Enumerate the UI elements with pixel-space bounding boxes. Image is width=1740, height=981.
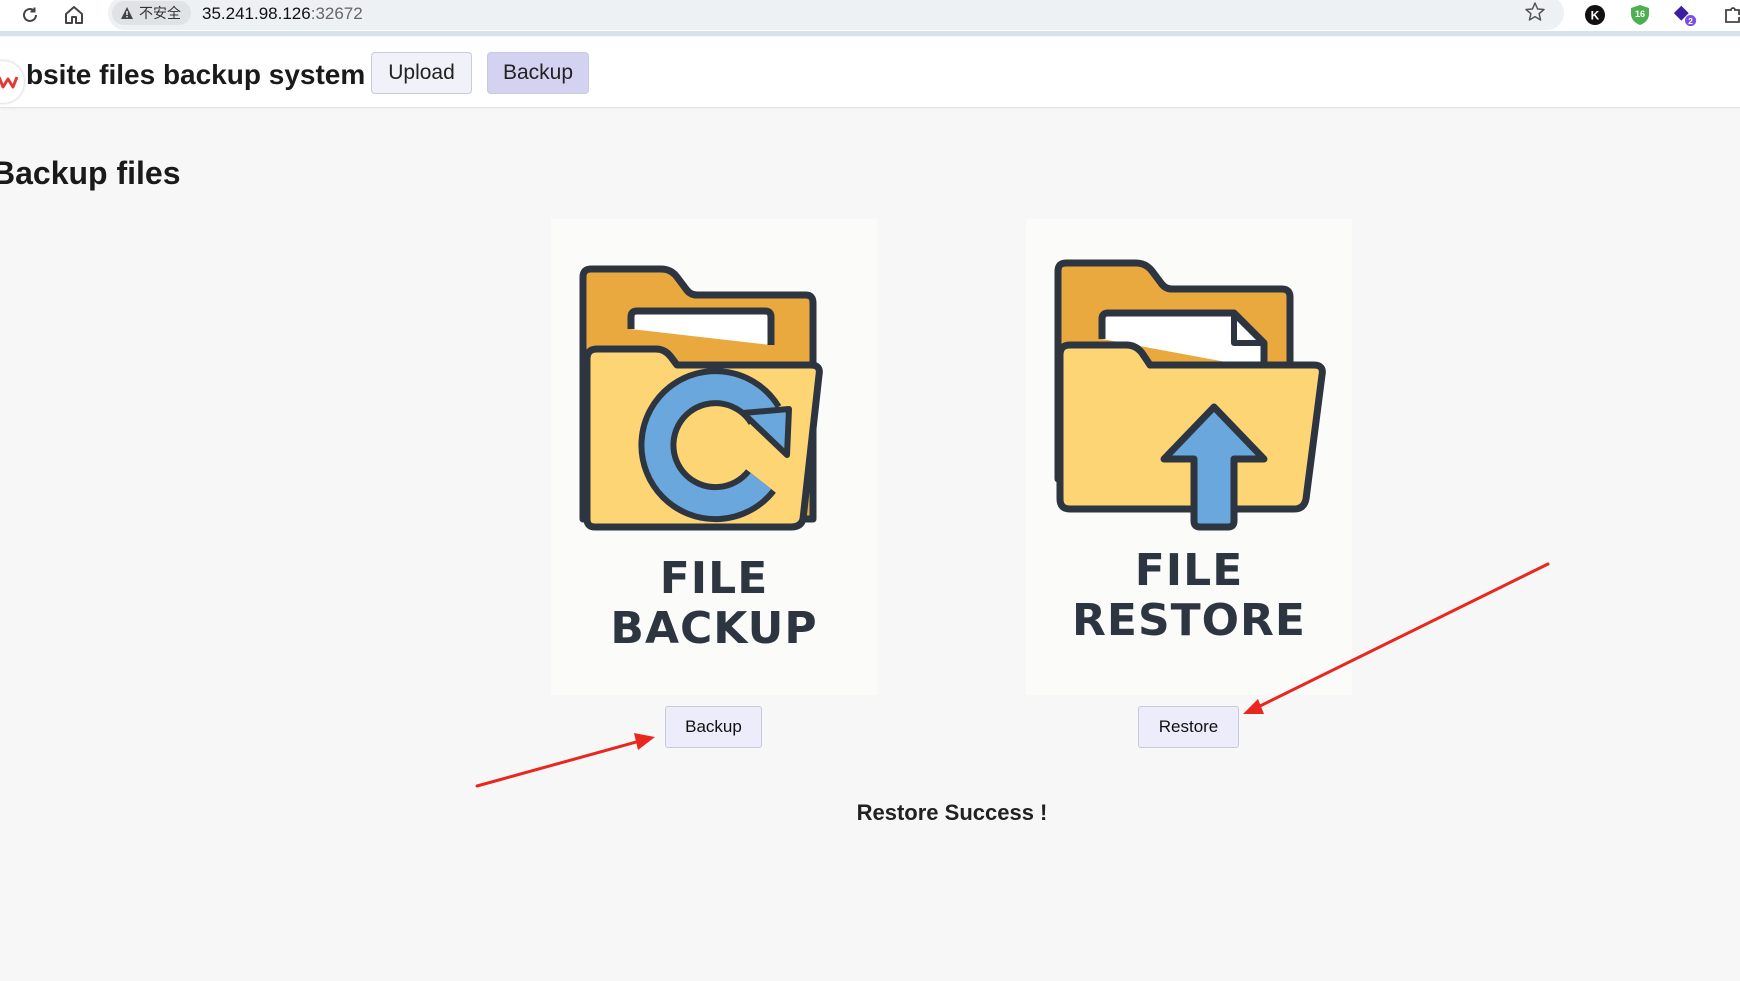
k-extension-icon[interactable]: K <box>1582 2 1608 28</box>
backup-button[interactable]: Backup <box>665 706 762 748</box>
k-extension-label: K <box>1591 9 1600 23</box>
site-logo[interactable] <box>0 61 24 103</box>
backup-caption-line2: BACKUP <box>610 603 818 654</box>
bookmark-star-icon[interactable] <box>1524 1 1546 28</box>
url-host: 35.241.98.126 <box>202 4 311 23</box>
app-title: bsite files backup system <box>26 59 366 90</box>
purple-extension-badge: 2 <box>1688 16 1693 26</box>
url-port: :32672 <box>310 4 363 23</box>
backup-caption-line1: FILE <box>659 553 769 604</box>
page-heading: Backup files <box>0 155 181 191</box>
restore-card: FILE RESTORE <box>1026 219 1352 695</box>
security-indicator[interactable]: 不安全 <box>112 1 191 25</box>
w-logo-icon <box>0 76 18 89</box>
nav-upload[interactable]: Upload <box>371 52 472 94</box>
status-message: Restore Success ! <box>856 800 1048 825</box>
url-text[interactable]: 35.241.98.126:32672 <box>202 4 363 24</box>
home-icon[interactable] <box>61 2 87 28</box>
warning-icon <box>121 7 133 19</box>
backup-card: FILE BACKUP <box>551 219 877 695</box>
app-header: bsite files backup system Upload Backup <box>0 37 1740 108</box>
restore-caption-line1: FILE <box>1134 545 1244 596</box>
purple-extension-icon[interactable]: 2 <box>1672 2 1698 28</box>
annotation-arrow-backup <box>475 733 655 788</box>
browser-toolbar: 不安全 35.241.98.126:32672 K 16 2 <box>0 0 1740 36</box>
shield-extension-badge: 16 <box>1635 9 1645 19</box>
shield-extension-icon[interactable]: 16 <box>1627 2 1653 28</box>
address-bar[interactable]: 不安全 35.241.98.126:32672 <box>108 0 1564 30</box>
puzzle-extension-icon[interactable] <box>1720 2 1740 28</box>
nav-backup[interactable]: Backup <box>487 52 589 94</box>
restore-button[interactable]: Restore <box>1138 706 1239 748</box>
restore-caption-line2: RESTORE <box>1072 595 1306 646</box>
security-label: 不安全 <box>139 5 181 21</box>
reload-icon[interactable] <box>17 2 43 28</box>
toolbar-divider <box>0 31 1740 36</box>
